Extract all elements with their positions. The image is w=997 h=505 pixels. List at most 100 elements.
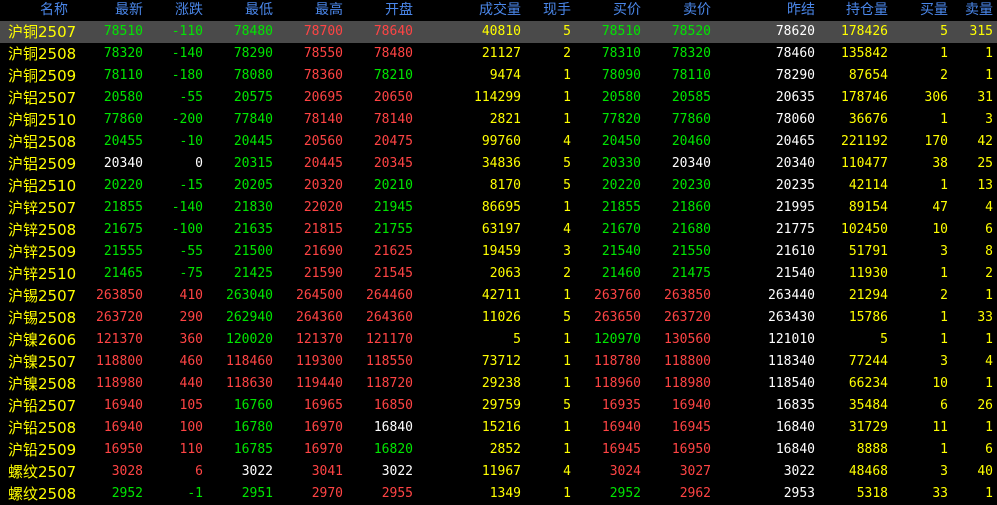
column-header-ask-volume[interactable]: 卖量 [952,0,997,21]
column-header-open-interest[interactable]: 持仓量 [819,0,892,21]
cell-name: 沪锌2507 [8,199,77,217]
cell-prev-settle: 263440 [768,288,815,303]
cell-ask-volume: 33 [977,310,993,325]
cell-last-lot: 5 [563,178,571,193]
cell-high: 22020 [303,200,343,215]
table-row[interactable]: 沪锌2508 21675 -100 21635 21815 21755 63197 4 2167… [0,219,997,241]
cell-bid: 16945 [601,442,641,457]
table-row[interactable]: 螺纹2508 2952 -1 2951 2970 2955 1349 1 2952 2962 295… [0,483,997,505]
cell-prev-settle: 21995 [775,200,815,215]
cell-ask-volume: 8 [985,244,993,259]
cell-last-lot: 1 [563,420,571,435]
cell-volume: 114299 [474,90,521,105]
table-row[interactable]: 沪锌2510 21465 -75 21425 21590 21545 2063 2 21460 2… [0,263,997,285]
cell-bid: 78090 [601,68,641,83]
table-row[interactable]: 沪铜2509 78110 -180 78080 78360 78210 9474 1 78090… [0,65,997,87]
column-header-last-lot[interactable]: 现手 [525,0,575,21]
cell-ask: 78520 [671,24,711,39]
cell-volume: 2063 [489,266,521,281]
table-row[interactable]: 沪铝2508 20455 -10 20445 20560 20475 99760 4 20450… [0,131,997,153]
table-row[interactable]: 沪铜2508 78320 -140 78290 78550 78480 21127 2 7831… [0,43,997,65]
cell-bid: 21855 [601,200,641,215]
column-header-bid-volume[interactable]: 买量 [892,0,952,21]
cell-latest: 78510 [103,24,143,39]
cell-prev-settle: 3022 [783,464,815,479]
column-header-latest[interactable]: 最新 [77,0,147,21]
cell-change: 105 [179,398,203,413]
cell-bid: 118780 [594,354,641,369]
cell-open: 20650 [373,90,413,105]
table-row[interactable]: 沪镍2606 121370 360 120020 121370 121170 5 1 12097… [0,329,997,351]
cell-ask: 21475 [671,266,711,281]
cell-open-interest: 66234 [848,376,888,391]
cell-bid-volume: 1 [940,266,948,281]
cell-name: 螺纹2507 [8,463,77,481]
table-row[interactable]: 螺纹2507 3028 6 3022 3041 3022 11967 4 3024 3027 302… [0,461,997,483]
column-header-change[interactable]: 涨跌 [147,0,207,21]
cell-high: 264360 [296,310,343,325]
cell-name: 沪镍2507 [8,353,77,371]
column-header-high[interactable]: 最高 [277,0,347,21]
cell-ask: 20460 [671,134,711,149]
column-header-open[interactable]: 开盘 [347,0,417,21]
cell-bid: 21540 [601,244,641,259]
cell-open: 78640 [373,24,413,39]
table-row[interactable]: 沪铅2508 16940 100 16780 16970 16840 15216 1 16940… [0,417,997,439]
cell-ask-volume: 6 [985,442,993,457]
cell-bid: 120970 [594,332,641,347]
table-row[interactable]: 沪铝2509 20340 0 20315 20445 20345 34836 5 20330 20… [0,153,997,175]
cell-volume: 99760 [481,134,521,149]
table-row[interactable]: 沪铝2507 20580 -55 20575 20695 20650 114299 1 2058… [0,87,997,109]
table-row[interactable]: 沪铅2507 16940 105 16760 16965 16850 29759 5 16935… [0,395,997,417]
cell-prev-settle: 20465 [775,134,815,149]
cell-latest: 16950 [103,442,143,457]
cell-low: 16785 [233,442,273,457]
cell-low: 262940 [226,310,273,325]
cell-name: 沪铅2508 [8,419,77,437]
cell-ask-volume: 42 [977,134,993,149]
column-header-volume[interactable]: 成交量 [417,0,525,21]
column-header-name[interactable]: 名称 [0,0,77,21]
cell-bid-volume: 3 [940,464,948,479]
table-row[interactable]: 沪铜2510 77860 -200 77840 78140 78140 2821 1 77820… [0,109,997,131]
table-row[interactable]: 沪锌2509 21555 -55 21500 21690 21625 19459 3 21540… [0,241,997,263]
cell-volume: 9474 [489,68,521,83]
cell-open: 21625 [373,244,413,259]
cell-prev-settle: 20235 [775,178,815,193]
cell-ask: 263720 [664,310,711,325]
table-row[interactable]: 沪铝2510 20220 -15 20205 20320 20210 8170 5 20220 2… [0,175,997,197]
table-row[interactable]: 沪锌2507 21855 -140 21830 22020 21945 86695 1 2185… [0,197,997,219]
cell-high: 21815 [303,222,343,237]
cell-open: 2955 [381,486,413,501]
cell-low: 263040 [226,288,273,303]
cell-change: -200 [171,112,203,127]
cell-low: 3022 [241,464,273,479]
cell-latest: 20455 [103,134,143,149]
cell-latest: 77860 [103,112,143,127]
cell-name: 沪镍2606 [8,331,77,349]
column-header-low[interactable]: 最低 [207,0,277,21]
cell-prev-settle: 78290 [775,68,815,83]
column-header-ask[interactable]: 卖价 [645,0,715,21]
table-row[interactable]: 沪铅2509 16950 110 16785 16970 16820 2852 1 16945 1… [0,439,997,461]
cell-prev-settle: 78620 [775,24,815,39]
table-row[interactable]: 沪铜2507 78510 -110 78480 78700 78640 40810 5 7851… [0,21,997,43]
cell-last-lot: 1 [563,354,571,369]
cell-name: 沪铝2508 [8,133,77,151]
cell-bid-volume: 1 [940,112,948,127]
cell-bid-volume: 3 [940,354,948,369]
column-header-prev-settle[interactable]: 昨结 [715,0,819,21]
cell-latest: 16940 [103,398,143,413]
column-header-bid[interactable]: 买价 [575,0,645,21]
table-row[interactable]: 沪镍2507 118800 460 118460 119300 118550 73712 1 1… [0,351,997,373]
cell-latest: 21855 [103,200,143,215]
cell-low: 120020 [226,332,273,347]
cell-low: 20575 [233,90,273,105]
table-row[interactable]: 沪锡2508 263720 290 262940 264360 264360 11026 5 2… [0,307,997,329]
cell-open-interest: 87654 [848,68,888,83]
cell-open-interest: 89154 [848,200,888,215]
cell-last-lot: 1 [563,90,571,105]
table-row[interactable]: 沪锡2507 263850 410 263040 264500 264460 42711 1 2… [0,285,997,307]
cell-volume: 8170 [489,178,521,193]
table-row[interactable]: 沪镍2508 118980 440 118630 119440 118720 29238 1 1… [0,373,997,395]
